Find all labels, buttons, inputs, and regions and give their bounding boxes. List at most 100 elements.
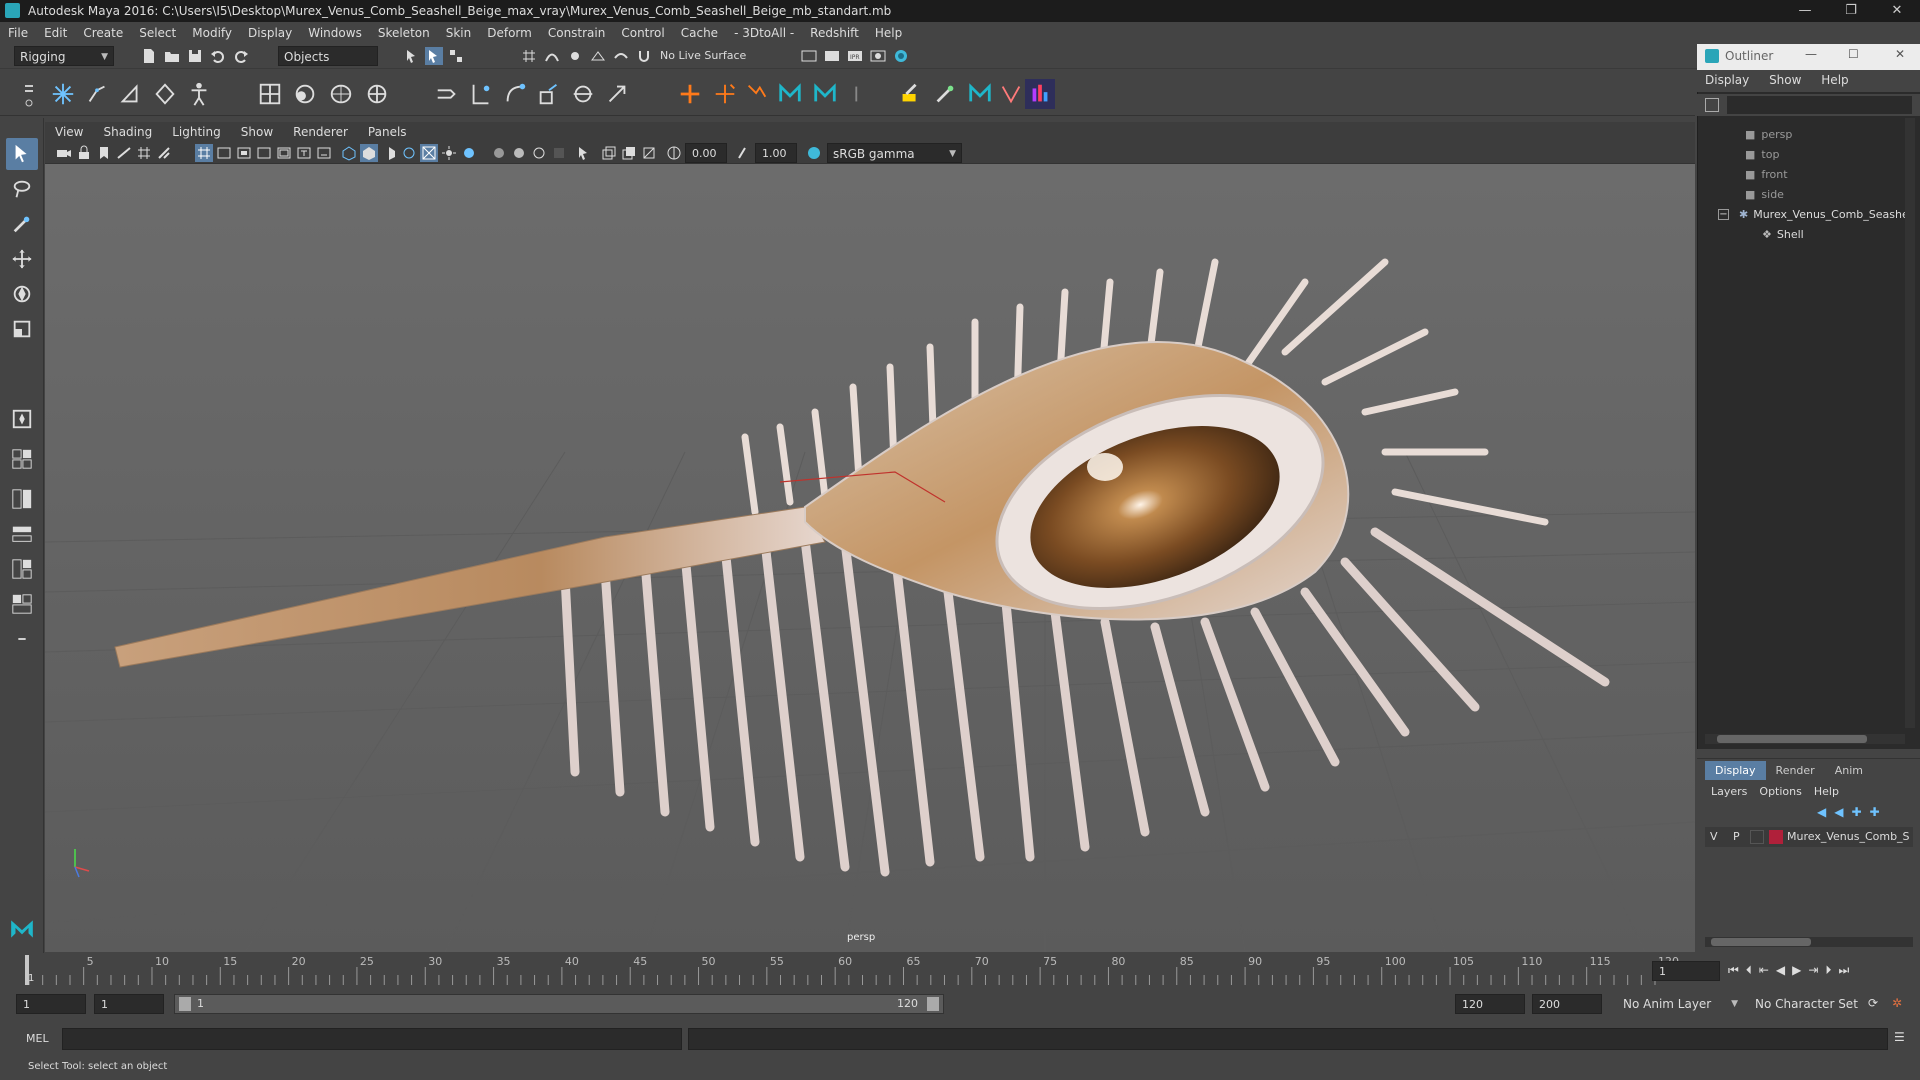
snap-magnet-icon[interactable] (635, 47, 653, 65)
snap-point-icon[interactable] (566, 47, 584, 65)
use-all-lights-icon[interactable] (440, 144, 458, 162)
outliner-item-top[interactable]: ■ top (1745, 144, 1779, 164)
scale-constraint-icon[interactable] (568, 79, 598, 109)
graph-editor-icon[interactable] (1025, 79, 1055, 109)
menu-create[interactable]: Create (75, 26, 131, 40)
ik-handle-icon[interactable] (82, 79, 112, 109)
menu-skin[interactable]: Skin (438, 26, 480, 40)
vector-icon[interactable] (996, 79, 1026, 109)
field-chart-icon[interactable] (255, 144, 273, 162)
menu-redshift[interactable]: Redshift (802, 26, 867, 40)
viewport-menu-view[interactable]: View (45, 125, 93, 139)
viewport-menu-show[interactable]: Show (231, 125, 283, 139)
safe-action-icon[interactable] (275, 144, 293, 162)
auto-key-icon[interactable]: ⟳ (1868, 996, 1878, 1010)
outliner-menu-help[interactable]: Help (1813, 70, 1856, 90)
paint-weights-icon[interactable] (895, 79, 925, 109)
playback-end-field[interactable]: 120 (1455, 994, 1525, 1014)
snap-grid-icon[interactable] (520, 47, 538, 65)
animation-start-field[interactable]: 1 (16, 994, 86, 1014)
mirror-joint-icon[interactable] (150, 79, 180, 109)
grid-toggle-icon[interactable] (135, 144, 153, 162)
shelf-options-icon[interactable] (22, 79, 36, 109)
outliner-item-front[interactable]: ■ front (1745, 164, 1788, 184)
render-settings-icon[interactable] (800, 47, 818, 65)
current-frame-field[interactable]: 1 (1652, 961, 1720, 981)
play-backwards-icon[interactable]: ◀ (1776, 963, 1785, 978)
open-scene-icon[interactable] (163, 47, 181, 65)
script-editor-icon[interactable]: ☰ (1894, 1030, 1905, 1044)
collapse-toggle-icon[interactable]: − (1718, 208, 1729, 220)
exposure-icon[interactable] (665, 144, 683, 162)
single-perspective-layout-icon[interactable] (6, 443, 38, 475)
render-frame-icon[interactable] (823, 47, 841, 65)
outliner-menu-display[interactable]: Display (1697, 70, 1757, 90)
wireframe-icon[interactable] (340, 144, 358, 162)
undo-icon[interactable] (209, 47, 227, 65)
outliner-filter-icon[interactable] (1705, 98, 1719, 112)
ipr-render-icon[interactable]: IPR (846, 47, 864, 65)
outliner-layout-icon[interactable] (6, 518, 38, 550)
wrap-icon[interactable] (326, 79, 356, 109)
screen-space-ao-icon[interactable] (490, 144, 508, 162)
lattice-icon[interactable] (255, 79, 285, 109)
two-pane-layout-icon[interactable] (6, 483, 38, 515)
camera-attributes-icon[interactable] (55, 144, 73, 162)
outliner-vertical-scrollbar[interactable] (1905, 118, 1915, 728)
select-tool-icon[interactable] (6, 138, 38, 170)
menu-file[interactable]: File (0, 26, 36, 40)
anim-layer-dropdown[interactable]: No Anim Layer ▼ (1618, 994, 1743, 1014)
hik-control-icon[interactable] (965, 79, 995, 109)
viewport-menu-shading[interactable]: Shading (93, 125, 162, 139)
mel-label[interactable]: MEL (26, 1032, 49, 1045)
redo-icon[interactable] (232, 47, 250, 65)
create-joint-icon[interactable] (48, 79, 78, 109)
layer-menu-layers[interactable]: Layers (1705, 783, 1753, 800)
humanik-icon[interactable] (184, 79, 214, 109)
hud-icon[interactable] (315, 144, 333, 162)
smooth-shade-icon[interactable] (360, 144, 378, 162)
joint-display-icon[interactable] (742, 79, 772, 109)
locator-icon[interactable] (675, 79, 705, 109)
textured-icon[interactable] (420, 144, 438, 162)
tab-display[interactable]: Display (1705, 761, 1766, 780)
menu-deform[interactable]: Deform (479, 26, 540, 40)
layer-menu-help[interactable]: Help (1808, 783, 1845, 800)
gamma-field[interactable]: 1.00 (755, 143, 797, 163)
character-icon[interactable] (775, 79, 805, 109)
step-forward-key-icon[interactable]: ⇥ (1808, 963, 1818, 978)
view-transform-dropdown[interactable]: sRGB gamma ▼ (827, 143, 962, 163)
blend-shape-icon[interactable] (362, 79, 392, 109)
menu-help[interactable]: Help (867, 26, 910, 40)
menu-cache[interactable]: Cache (673, 26, 726, 40)
menu-select[interactable]: Select (131, 26, 184, 40)
viewport-persp[interactable]: persp (45, 122, 1695, 952)
playback-start-field[interactable]: 1 (94, 994, 164, 1014)
time-slider[interactable]: 5 10 15 20 25 30 35 40 45 50 55 60 65 70 75 80 85 90 95 100… (0, 953, 1920, 987)
viewport-menu-lighting[interactable]: Lighting (162, 125, 231, 139)
viewport-canvas[interactable] (45, 122, 1695, 952)
graph-layout-icon[interactable] (6, 553, 38, 585)
select-object-icon[interactable] (425, 47, 443, 65)
default-material-icon[interactable] (380, 144, 398, 162)
menu-skeleton[interactable]: Skeleton (370, 26, 438, 40)
outliner-horizontal-scrollbar[interactable] (1705, 734, 1905, 744)
move-layer-down-icon[interactable]: ◀ (1834, 805, 1843, 819)
select-hierarchy-icon[interactable] (403, 47, 421, 65)
command-input[interactable] (62, 1028, 682, 1050)
anti-aliasing-icon[interactable] (530, 144, 548, 162)
film-gate-icon[interactable] (155, 144, 173, 162)
close-button[interactable]: ✕ (1874, 0, 1920, 22)
paint-skin-icon[interactable] (930, 79, 960, 109)
gate-mask-icon[interactable] (235, 144, 253, 162)
snap-curve-icon[interactable] (543, 47, 561, 65)
ik-spline-icon[interactable] (116, 79, 146, 109)
cluster-icon[interactable] (290, 79, 320, 109)
bind-skin-icon[interactable] (432, 79, 462, 109)
outliner-item-persp[interactable]: ■ persp (1745, 124, 1792, 144)
play-forwards-icon[interactable]: ▶ (1792, 963, 1801, 978)
outliner-item-murex-group[interactable]: − ✱ Murex_Venus_Comb_Seashe (1718, 204, 1909, 224)
tab-render[interactable]: Render (1766, 761, 1825, 780)
layer-color-swatch[interactable] (1769, 830, 1783, 844)
layer-visibility-toggle[interactable]: V (1710, 830, 1718, 843)
